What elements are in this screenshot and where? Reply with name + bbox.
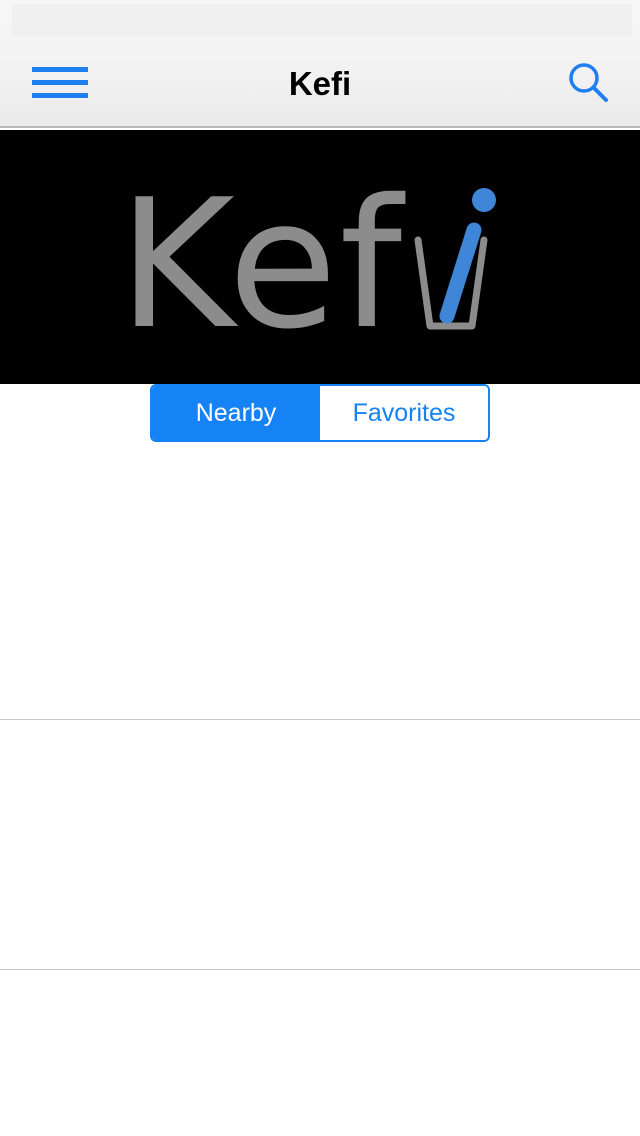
svg-text:Kef: Kef — [118, 161, 406, 368]
navigation-bar: Kefi — [0, 0, 640, 128]
segment-nearby[interactable]: Nearby — [152, 386, 320, 440]
status-bar — [12, 4, 632, 36]
logo-banner: Kef — [0, 130, 640, 384]
kefi-logo: Kef — [118, 161, 496, 368]
nearby-favorites-segmented-control: Nearby Favorites — [150, 384, 490, 442]
search-icon — [569, 63, 608, 102]
page-title: Kefi — [288, 65, 352, 102]
list-item[interactable] — [0, 720, 640, 970]
venue-list — [0, 444, 640, 1136]
segment-favorites[interactable]: Favorites — [320, 386, 488, 440]
app-screen: Kefi Kef Nearby Favorites — [0, 0, 640, 1136]
search-button[interactable] — [566, 60, 612, 106]
list-item[interactable] — [0, 444, 640, 720]
list-item[interactable] — [0, 970, 640, 1136]
